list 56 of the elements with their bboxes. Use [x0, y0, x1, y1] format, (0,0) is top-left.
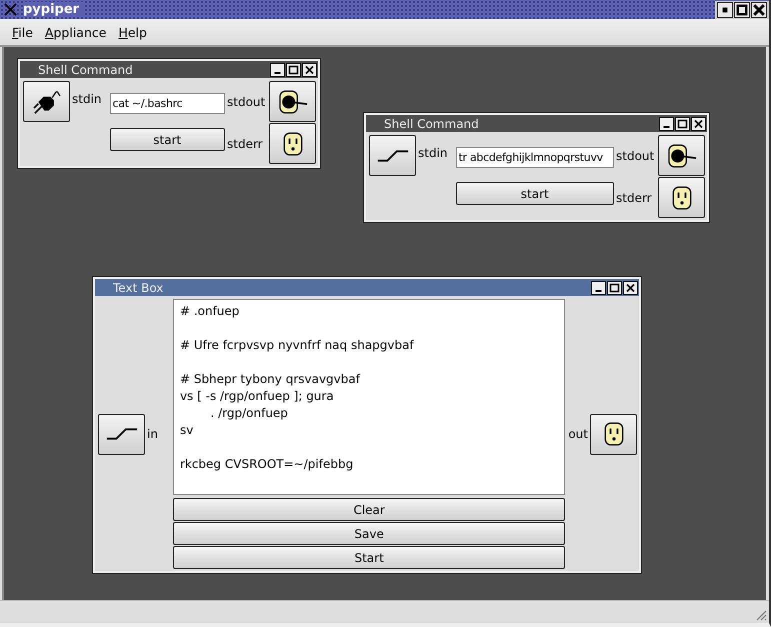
maximize-icon	[288, 64, 299, 74]
close-icon	[693, 118, 704, 128]
command-field[interactable]: tr abcdefghijklmnopqrstuvv	[456, 147, 614, 168]
close-button[interactable]	[623, 280, 638, 294]
action-button[interactable]: Start	[172, 546, 566, 569]
plug-button[interactable]	[23, 81, 70, 122]
close-button[interactable]	[751, 2, 767, 18]
action-button[interactable]: Save	[172, 522, 566, 545]
close-button[interactable]	[691, 116, 706, 130]
maximize-icon	[609, 282, 620, 292]
maximize-button[interactable]	[286, 62, 301, 76]
close-button[interactable]	[302, 62, 317, 76]
close-icon	[625, 282, 636, 292]
outlet-button[interactable]	[269, 123, 316, 164]
text-area[interactable]: # .onfuep # Ufre fcrpvsvp nyvnfrf naq shapgvbaf # Sbhepr tybony qrsvavgvbaf vs [ -s /rgp/onfuep ]; gura . /rgp/onfuep sv rkcbeg CVSROOT=~/pifebbg	[172, 299, 566, 495]
minimize-icon	[274, 72, 281, 74]
maximize-icon	[677, 118, 688, 128]
window-title: Text Box	[113, 280, 164, 294]
port-label: stdout	[615, 148, 656, 162]
maximize-button[interactable]	[675, 116, 690, 130]
input-port-button[interactable]	[98, 414, 145, 454]
menu-item[interactable]: Appliance	[38, 24, 112, 40]
port-label: stdin	[71, 92, 103, 106]
minimize-button[interactable]	[270, 62, 285, 76]
port-label: stderr	[615, 190, 653, 204]
plugged-outlet-button[interactable]	[269, 81, 316, 122]
port-label: in	[146, 427, 159, 441]
outlet-button[interactable]	[590, 414, 637, 454]
start-button[interactable]: start	[456, 182, 614, 205]
maximize-button[interactable]	[607, 280, 622, 294]
input-port-button[interactable]	[369, 135, 416, 176]
maximize-icon	[736, 4, 748, 16]
close-icon	[304, 64, 315, 74]
minimize-button[interactable]	[591, 280, 606, 294]
menu-item[interactable]: File	[6, 24, 39, 40]
action-button[interactable]: Clear	[172, 498, 566, 521]
port-label: out	[567, 427, 589, 441]
command-field[interactable]: cat ~/.bashrc	[110, 93, 225, 114]
start-button[interactable]: start	[110, 128, 225, 151]
close-icon	[753, 4, 765, 16]
maximize-button[interactable]	[734, 2, 750, 18]
window-title: Shell Command	[38, 62, 133, 76]
minimize-icon	[595, 290, 602, 292]
minimize-button[interactable]	[717, 2, 733, 18]
minimize-button[interactable]	[659, 116, 674, 130]
port-label: stderr	[226, 136, 264, 150]
port-label: stdin	[417, 146, 449, 160]
port-label: stdout	[226, 94, 266, 108]
menu-item[interactable]: Help	[112, 24, 153, 40]
x-logo-icon	[4, 3, 17, 16]
outlet-button[interactable]	[658, 177, 705, 218]
plugged-outlet-button[interactable]	[658, 135, 705, 176]
resize-grip-icon[interactable]	[755, 609, 767, 621]
window-title: Shell Command	[384, 116, 479, 130]
minimize-icon	[663, 126, 670, 128]
window-title: pypiper	[23, 2, 84, 17]
